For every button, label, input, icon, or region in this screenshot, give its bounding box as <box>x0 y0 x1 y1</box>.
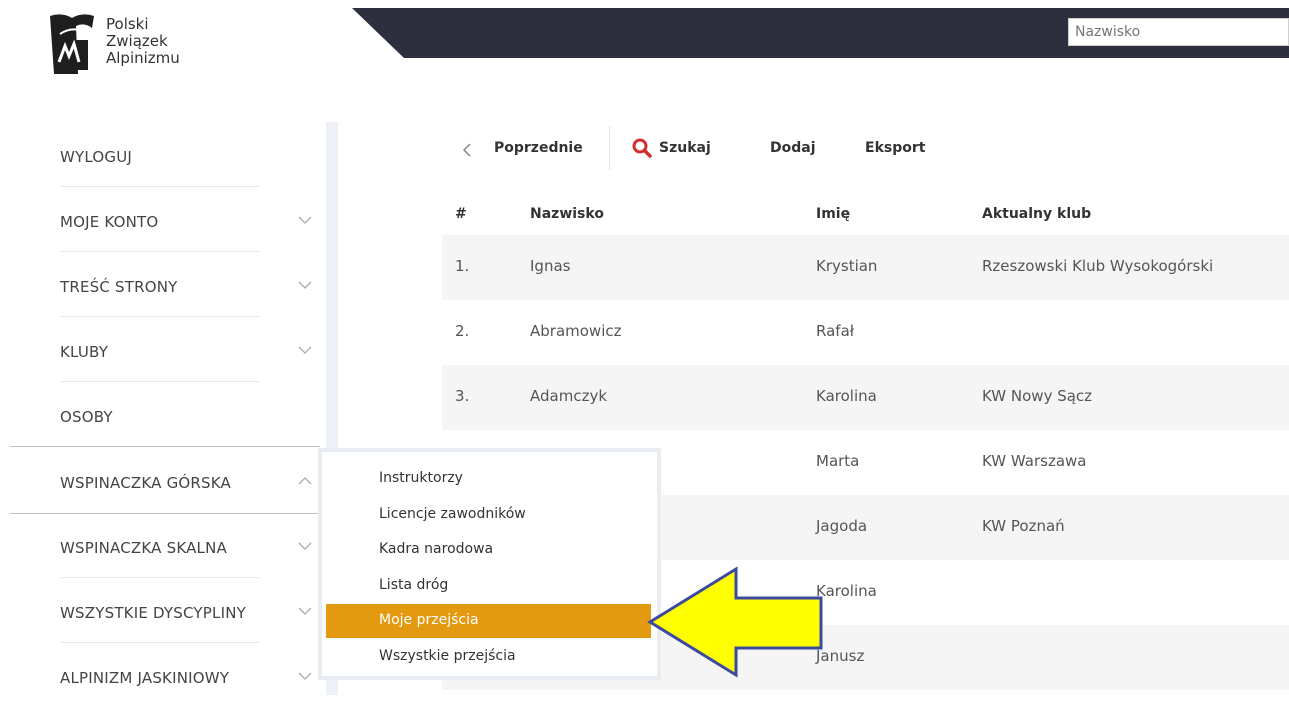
sidebar-item[interactable]: WSZYSTKIE DYSCYPLINY <box>10 578 320 642</box>
cell-surname: Abramowicz <box>530 322 622 340</box>
surname-search-input[interactable] <box>1068 18 1289 46</box>
brand-line-3: Alpinizmu <box>106 49 180 67</box>
sidebar-item-label: WSPINACZKA SKALNA <box>60 539 227 557</box>
cell-name: Marta <box>816 452 860 470</box>
sidebar-item[interactable]: TREŚĆ STRONY <box>10 252 320 316</box>
column-header-surname[interactable]: Nazwisko <box>530 206 604 222</box>
table-row[interactable]: 3. Adamczyk Karolina KW Nowy Sącz <box>442 365 1289 430</box>
submenu-item[interactable]: Wszystkie przejścia <box>326 640 651 674</box>
chevron-up-icon[interactable] <box>298 476 312 486</box>
cell-club: KW Warszawa <box>982 452 1087 470</box>
chevron-down-icon[interactable] <box>298 541 312 551</box>
brand-line-1: Polski <box>106 15 149 33</box>
add-button[interactable]: Dodaj <box>770 140 816 156</box>
column-header-number[interactable]: # <box>455 206 467 222</box>
sidebar-item[interactable]: MOJE KONTO <box>10 187 320 251</box>
toolbar-divider <box>609 126 610 170</box>
cell-num: 1. <box>455 257 470 275</box>
submenu-item-label: Wszystkie przejścia <box>379 647 516 664</box>
chevron-down-icon[interactable] <box>298 345 312 355</box>
chevron-down-icon[interactable] <box>298 280 312 290</box>
sidebar-item[interactable]: KLUBY <box>10 317 320 381</box>
previous-button[interactable]: Poprzednie <box>494 140 583 156</box>
cell-name: Krystian <box>816 257 878 275</box>
cell-club: KW Nowy Sącz <box>982 387 1093 405</box>
submenu-item[interactable]: Instruktorzy <box>326 462 651 496</box>
sidebar-item[interactable]: WYLOGUJ <box>10 122 320 186</box>
active-section-border <box>10 446 320 447</box>
cell-num: 2. <box>455 322 470 340</box>
mountain-climbing-submenu: Instruktorzy Licencje zawodników Kadra nar… <box>318 448 661 680</box>
annotation-arrow-icon <box>647 566 823 678</box>
submenu-item[interactable]: Moje przejścia <box>326 604 651 638</box>
table-row[interactable]: 2. Abramowicz Rafał <box>442 300 1289 365</box>
submenu-item[interactable]: Lista dróg <box>326 569 651 603</box>
chevron-left-icon[interactable] <box>462 143 472 157</box>
sidebar-item-label: KLUBY <box>60 343 109 361</box>
brand-name: Polski Związek Alpinizmu <box>106 16 180 67</box>
cell-name: Rafał <box>816 322 855 340</box>
chevron-down-icon[interactable] <box>298 606 312 616</box>
submenu-item[interactable]: Licencje zawodników <box>326 498 651 532</box>
export-button[interactable]: Eksport <box>865 140 925 156</box>
sidebar-item-label: MOJE KONTO <box>60 213 159 231</box>
sidebar-item[interactable]: WSPINACZKA GÓRSKA <box>10 448 320 512</box>
search-button[interactable]: Szukaj <box>659 140 711 156</box>
cell-surname: Ignas <box>530 257 571 275</box>
cell-surname: Adamczyk <box>530 387 608 405</box>
submenu-item-label: Kadra narodowa <box>379 541 494 557</box>
cell-name: Jagoda <box>816 517 868 535</box>
sidebar-item-label: ALPINIZM JASKINIOWY <box>60 669 230 687</box>
column-header-name[interactable]: Imię <box>816 206 850 222</box>
submenu-item-label: Licencje zawodników <box>379 505 526 522</box>
cell-name: Karolina <box>816 387 877 405</box>
active-section-border <box>10 513 320 514</box>
submenu-item[interactable]: Kadra narodowa <box>326 533 651 567</box>
cell-club: Rzeszowski Klub Wysokogórski <box>982 257 1214 275</box>
cell-club: KW Poznań <box>982 517 1065 535</box>
submenu-item-label: Instruktorzy <box>379 470 463 486</box>
table-row[interactable]: 1. Ignas Krystian Rzeszowski Klub Wysokogór… <box>442 235 1289 300</box>
pza-logo-icon <box>50 14 94 74</box>
sidebar-item[interactable]: WSPINACZKA SKALNA <box>10 513 320 577</box>
sidebar-item-label: WYLOGUJ <box>60 148 133 166</box>
sidebar-item-label: OSOBY <box>60 408 113 426</box>
submenu-item-label: Lista dróg <box>379 576 449 593</box>
sidebar-item[interactable]: OSOBY <box>10 382 320 446</box>
sidebar-item-label: WSPINACZKA GÓRSKA <box>60 474 232 492</box>
chevron-down-icon[interactable] <box>298 215 312 225</box>
chevron-down-icon[interactable] <box>298 671 312 681</box>
sidebar-item-label: WSZYSTKIE DYSCYPLINY <box>60 604 246 622</box>
submenu-item-label: Moje przejścia <box>379 612 479 628</box>
cell-num: 3. <box>455 387 470 405</box>
sidebar-item-label: TREŚĆ STRONY <box>60 278 178 296</box>
column-header-club[interactable]: Aktualny klub <box>982 206 1091 222</box>
sidebar-item[interactable]: ALPINIZM JASKINIOWY <box>10 643 320 707</box>
search-icon[interactable] <box>632 138 652 158</box>
pza-logo[interactable]: Polski Związek Alpinizmu <box>48 12 208 80</box>
brand-line-2: Związek <box>106 32 168 50</box>
